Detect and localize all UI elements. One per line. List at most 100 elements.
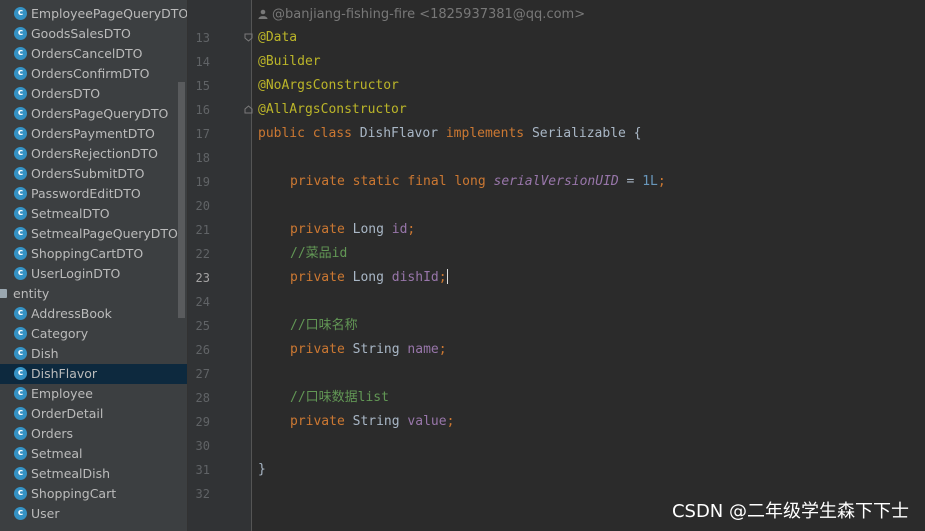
tree-item-label: OrdersCancelDTO [31,46,143,61]
code-line[interactable]: private String value; [290,410,454,434]
text-caret [446,269,448,284]
code-token: String [352,342,408,357]
line-number: 14 [195,55,210,69]
code-token: //菜品id [290,246,348,261]
line-number: 31 [195,463,210,477]
class-icon: c [14,247,27,260]
project-tree: c EmployeePageQueryDTO c GoodsSalesDTO c Orde… [0,0,187,531]
tree-item-shoppingcartdto[interactable]: c ShoppingCartDTO [0,244,187,264]
tree-item-shoppingcart[interactable]: c ShoppingCart [0,484,187,504]
code-line[interactable]: //口味数据list [290,386,389,410]
tree-item-ordersconfirmdto[interactable]: c OrdersConfirmDTO [0,64,187,84]
tree-item-setmeal[interactable]: c Setmeal [0,444,187,464]
code-token: = [618,174,643,189]
tree-item-ordersdto[interactable]: c OrdersDTO [0,84,187,104]
tree-item-category[interactable]: c Category [0,324,187,344]
class-icon: c [14,307,27,320]
code-token: DishFlavor [359,126,446,141]
code-line[interactable]: public class DishFlavor implements Seria… [258,122,642,146]
fold-marker-icon[interactable] [244,105,253,114]
tree-item-ordersrejectiondto[interactable]: c OrdersRejectionDTO [0,144,187,164]
class-icon: c [14,7,27,20]
code-token: ; [438,342,447,357]
code-token: private [290,414,353,429]
code-token: ; [407,222,416,237]
code-line[interactable]: private String name; [290,338,447,362]
tree-item-dishflavor[interactable]: c DishFlavor [0,364,187,384]
tree-item-label: User [31,506,60,521]
tree-item-label: OrdersConfirmDTO [31,66,150,81]
code-line[interactable]: private Long dishId; [290,266,448,290]
tree-item-goodssalesdto[interactable]: c GoodsSalesDTO [0,24,187,44]
tree-item-label: OrdersPaymentDTO [31,126,155,141]
line-number: 32 [195,487,210,501]
tree-item-setmealpagequerydto[interactable]: c SetmealPageQueryDTO [0,224,187,244]
person-icon [258,9,268,19]
line-number: 18 [195,151,210,165]
code-line[interactable]: private Long id; [290,218,415,242]
tree-item-label: ShoppingCartDTO [31,246,144,261]
code-line[interactable]: private static final long serialVersionU… [290,170,666,194]
tree-item-label: AddressBook [31,306,112,321]
code-token: //口味名称 [290,318,358,333]
tree-item-label: Employee [31,386,93,401]
line-number: 27 [195,367,210,381]
tree-item-label: OrderDetail [31,406,104,421]
line-number: 24 [195,295,210,309]
line-number: 22 [195,247,210,261]
line-number: 19 [195,175,210,189]
code-line[interactable]: //菜品id [290,242,347,266]
code-line[interactable]: @Data [258,26,297,50]
tree-item-orderdetail[interactable]: c OrderDetail [0,404,187,424]
tree-item-orderscanceldto[interactable]: c OrdersCancelDTO [0,44,187,64]
tree-item-setmealdish[interactable]: c SetmealDish [0,464,187,484]
tree-item-orderssubmitdto[interactable]: c OrdersSubmitDTO [0,164,187,184]
class-icon: c [14,27,27,40]
tree-item-entity[interactable]: entity [0,284,187,304]
sidebar-scrollbar[interactable] [178,82,185,318]
code-line[interactable]: //口味名称 [290,314,358,338]
tree-item-user[interactable]: c User [0,504,187,524]
fold-marker-icon[interactable] [244,33,253,42]
class-icon: c [14,187,27,200]
code-line[interactable]: } [258,458,266,482]
tree-item-label: EmployeePageQueryDTO [31,6,187,21]
tree-item-dish[interactable]: c Dish [0,344,187,364]
class-icon: c [14,347,27,360]
line-number: 28 [195,391,210,405]
tree-item-label: OrdersDTO [31,86,101,101]
code-token: @Data [258,30,298,45]
tree-item-employee[interactable]: c Employee [0,384,187,404]
tree-item-employeepagequerydto[interactable]: c EmployeePageQueryDTO [0,4,187,24]
line-number: 23 [195,271,210,285]
code-token: private [290,342,353,357]
line-number: 30 [195,439,210,453]
tree-item-label: SetmealDish [31,466,111,481]
line-number: 26 [195,343,210,357]
line-number: 29 [195,415,210,429]
tree-item-addressbook[interactable]: c AddressBook [0,304,187,324]
tree-item-orders[interactable]: c Orders [0,424,187,444]
watermark: CSDN @二年级学生森下下士 [671,501,909,522]
code-token: @NoArgsConstructor [258,78,399,93]
class-icon: c [14,127,27,140]
class-icon: c [14,427,27,440]
tree-item-setmealdto[interactable]: c SetmealDTO [0,204,187,224]
tree-item-userlogindto[interactable]: c UserLoginDTO [0,264,187,284]
class-icon: c [14,327,27,340]
tree-item-label: Dish [31,346,59,361]
tree-item-orderspaymentdto[interactable]: c OrdersPaymentDTO [0,124,187,144]
code-token: ; [657,174,666,189]
tree-item-label: UserLoginDTO [31,266,121,281]
code-line[interactable]: @Builder [258,50,321,74]
code-token: private static final long [290,174,494,189]
tree-item-passwordeditdto[interactable]: c PasswordEditDTO [0,184,187,204]
code-token: ; [438,270,447,285]
tree-item-orderspagequerydto[interactable]: c OrdersPageQueryDTO [0,104,187,124]
tree-item-label: DishFlavor [31,366,98,381]
code-line[interactable]: @NoArgsConstructor [258,74,399,98]
code-line[interactable]: @AllArgsConstructor [258,98,407,122]
code-author-hint[interactable]: @banjiang-fishing-fire <1825937381@qq.co… [258,3,585,27]
author-text: @banjiang-fishing-fire <1825937381@qq.co… [272,7,586,22]
code-token: public class [258,126,360,141]
